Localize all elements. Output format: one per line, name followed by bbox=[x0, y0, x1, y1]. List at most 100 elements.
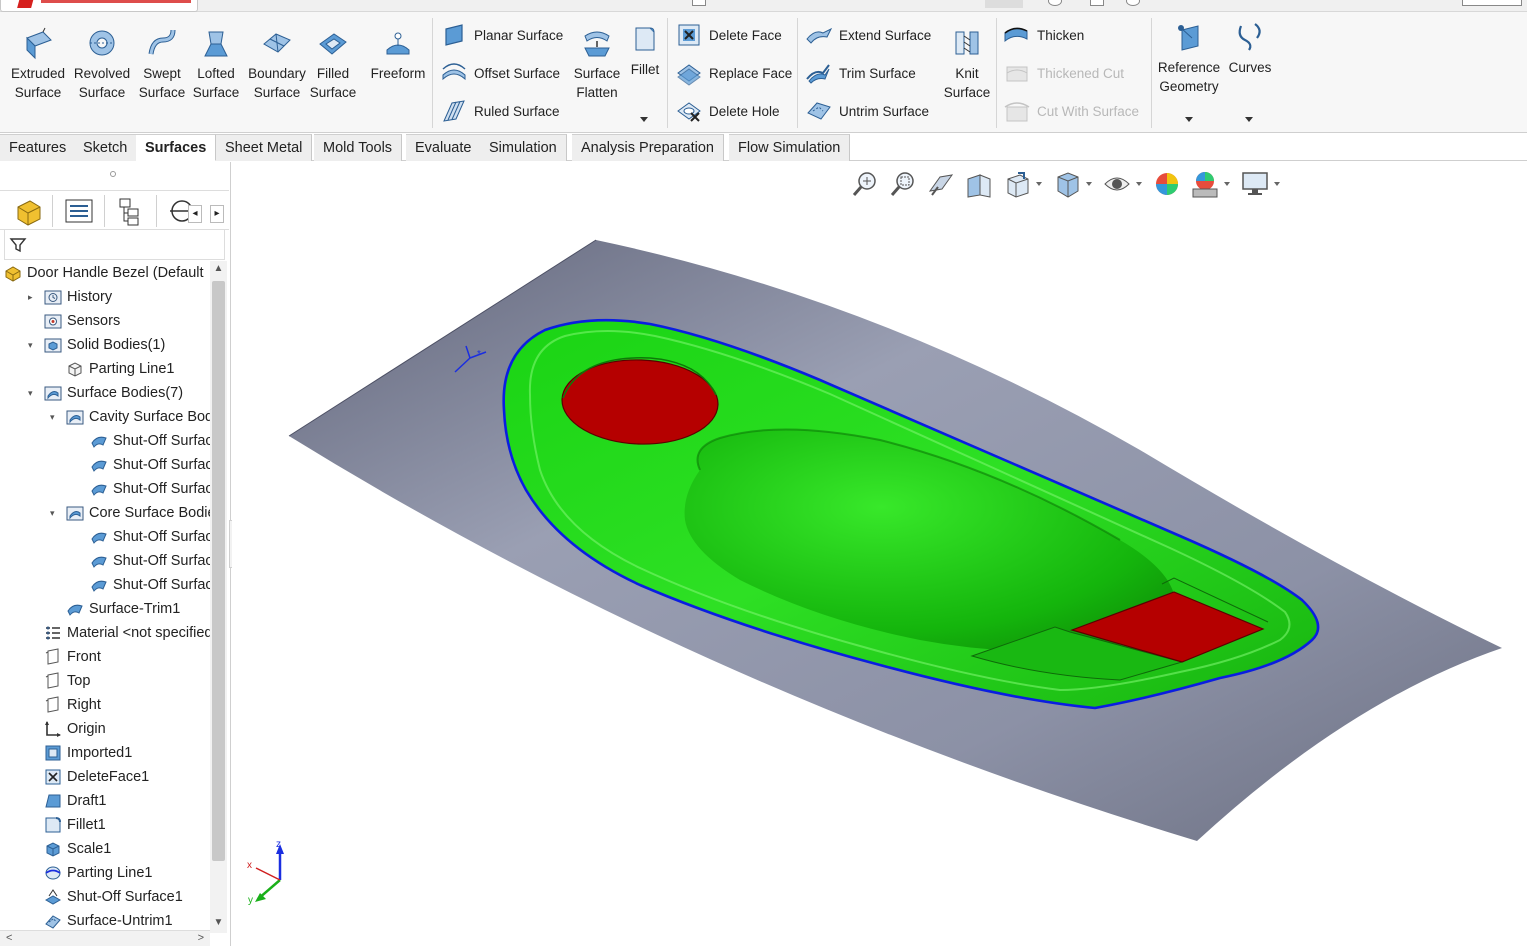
knit-surface-label-1: Knit bbox=[955, 66, 979, 81]
delete-hole-button[interactable]: Delete Hole bbox=[675, 97, 780, 125]
tree-vertical-scrollbar[interactable]: ▲ ▼ bbox=[210, 261, 227, 933]
delete-face-button[interactable]: Delete Face bbox=[675, 21, 782, 49]
ribbon-button-label: Revolved bbox=[73, 66, 131, 81]
scroll-right-icon[interactable]: > bbox=[198, 932, 204, 944]
swept-surface-button[interactable]: Swept Surface bbox=[138, 26, 186, 102]
quick-access-button[interactable] bbox=[692, 0, 706, 6]
quick-access-button[interactable] bbox=[1090, 0, 1104, 6]
filled-surface-button[interactable]: Filled Surface bbox=[310, 26, 356, 102]
tree-item[interactable]: Surface-Trim1 bbox=[66, 597, 180, 621]
tree-item[interactable]: Scale1 bbox=[44, 837, 111, 861]
revolved-surface-button[interactable]: Revolved Surface bbox=[72, 26, 132, 102]
tree-horizontal-scrollbar[interactable]: < > bbox=[0, 930, 210, 946]
extruded-surface-button[interactable]: Extruded Surface bbox=[8, 26, 68, 102]
tree-item[interactable]: Origin bbox=[44, 717, 106, 741]
configuration-manager-tab-icon[interactable] bbox=[112, 195, 148, 227]
tree-item[interactable]: ▾ Surface Bodies(7) bbox=[28, 381, 183, 405]
tree-item[interactable]: Fillet1 bbox=[44, 813, 106, 837]
expand-arrow-icon[interactable]: ▸ bbox=[28, 292, 38, 302]
boundary-surface-button[interactable]: Boundary Surface bbox=[244, 26, 310, 102]
tree-item[interactable]: Shut-Off Surface bbox=[90, 549, 210, 573]
tab-scroll-right-button[interactable]: ▸ bbox=[210, 205, 224, 223]
thicken-button[interactable]: Thicken bbox=[1003, 21, 1084, 49]
tree-item[interactable]: ▾ Solid Bodies(1) bbox=[28, 333, 165, 357]
tree-item[interactable]: Parting Line1 bbox=[44, 861, 152, 885]
collapse-arrow-icon[interactable]: ▾ bbox=[28, 388, 38, 398]
fillet-button[interactable]: Fillet bbox=[628, 22, 662, 79]
cut-with-surface-button[interactable]: Cut With Surface bbox=[1003, 97, 1139, 125]
tree-item[interactable]: Right bbox=[44, 693, 101, 717]
knit-surface-button[interactable]: Knit Surface bbox=[944, 26, 990, 102]
panel-grip-icon[interactable] bbox=[110, 171, 116, 177]
triad-y-label: y bbox=[248, 895, 253, 906]
tree-filter-row[interactable] bbox=[4, 230, 225, 260]
tree-item[interactable]: Shut-Off Surface bbox=[90, 477, 210, 501]
tree-item[interactable]: DeleteFace1 bbox=[44, 765, 149, 789]
fillet-dropdown-icon[interactable] bbox=[640, 117, 648, 122]
tree-item[interactable]: Shut-Off Surface1 bbox=[44, 885, 183, 909]
tab-analysis-preparation[interactable]: Analysis Preparation bbox=[572, 134, 724, 161]
tab-scroll-left-button[interactable]: ◂ bbox=[188, 205, 202, 223]
tree-item[interactable]: Shut-Off Surface bbox=[90, 525, 210, 549]
surface-bodies-folder-icon bbox=[44, 386, 62, 401]
quick-access-button[interactable] bbox=[1126, 0, 1140, 6]
scroll-thumb[interactable] bbox=[212, 281, 225, 861]
surface-flatten-button[interactable]: Surface Flatten bbox=[574, 26, 620, 102]
untrim-surface-button[interactable]: Untrim Surface bbox=[805, 97, 929, 125]
tree-item[interactable]: Shut-Off Surface bbox=[90, 453, 210, 477]
reference-geometry-button[interactable]: Reference Geometry bbox=[1156, 20, 1222, 96]
tree-item[interactable]: Imported1 bbox=[44, 741, 132, 765]
scroll-down-icon[interactable]: ▼ bbox=[212, 917, 225, 931]
tree-item[interactable]: Parting Line1 bbox=[66, 357, 174, 381]
tab-simulation[interactable]: Simulation bbox=[480, 134, 567, 161]
reference-geometry-dropdown-icon[interactable] bbox=[1185, 117, 1193, 122]
thickened-cut-button[interactable]: Thickened Cut bbox=[1003, 59, 1124, 87]
replace-face-button[interactable]: Replace Face bbox=[675, 59, 792, 87]
extend-surface-button[interactable]: Extend Surface bbox=[805, 21, 931, 49]
collapse-arrow-icon[interactable]: ▾ bbox=[50, 412, 60, 422]
tab-sketch[interactable]: Sketch bbox=[74, 134, 138, 161]
lofted-surface-button[interactable]: Lofted Surface bbox=[192, 26, 240, 102]
tab-features[interactable]: Features bbox=[0, 134, 77, 161]
search-box[interactable] bbox=[1462, 0, 1522, 6]
ribbon-button-label: Boundary bbox=[248, 66, 306, 81]
boundary-surface-icon bbox=[263, 33, 291, 53]
solidworks-logo[interactable] bbox=[0, 0, 198, 12]
tree-item[interactable]: Top bbox=[44, 669, 90, 693]
ruled-surface-button[interactable]: Ruled Surface bbox=[440, 97, 560, 125]
collapse-arrow-icon[interactable]: ▾ bbox=[28, 340, 38, 350]
tree-item[interactable]: ▾ Core Surface Bodies bbox=[50, 501, 210, 525]
property-manager-tab-icon[interactable] bbox=[60, 195, 96, 227]
tree-item-label: Front bbox=[67, 649, 101, 665]
filter-icon[interactable] bbox=[9, 236, 27, 254]
scroll-left-icon[interactable]: < bbox=[6, 932, 12, 944]
tree-item[interactable]: ▸ History bbox=[28, 285, 112, 309]
scroll-up-icon[interactable]: ▲ bbox=[212, 263, 225, 277]
tree-item[interactable]: Sensors bbox=[44, 309, 120, 333]
tree-item[interactable]: Material <not specified> bbox=[44, 621, 210, 645]
graphics-area[interactable]: * z x y bbox=[232, 162, 1527, 946]
curves-dropdown-icon[interactable] bbox=[1245, 117, 1253, 122]
collapse-arrow-icon[interactable]: ▾ bbox=[50, 508, 60, 518]
tab-evaluate[interactable]: Evaluate bbox=[406, 134, 482, 161]
quick-access-button[interactable] bbox=[1048, 0, 1062, 6]
tab-mold-tools[interactable]: Mold Tools bbox=[314, 134, 403, 161]
freeform-button[interactable]: Freeform bbox=[366, 26, 430, 83]
tree-root-part[interactable]: Door Handle Bezel (Default bbox=[4, 261, 204, 285]
tab-surfaces[interactable]: Surfaces bbox=[136, 134, 217, 161]
trim-surface-button[interactable]: Trim Surface bbox=[805, 59, 916, 87]
curves-button[interactable]: Curves bbox=[1226, 20, 1274, 77]
tab-flow-simulation[interactable]: Flow Simulation bbox=[729, 134, 851, 161]
tree-item[interactable]: Shut-Off Surface bbox=[90, 573, 210, 597]
tree-item-label: Draft1 bbox=[67, 793, 107, 809]
tree-item[interactable]: Front bbox=[44, 645, 101, 669]
offset-surface-button[interactable]: Offset Surface bbox=[440, 59, 560, 87]
tree-item[interactable]: Shut-Off Surface bbox=[90, 429, 210, 453]
tree-item[interactable]: ▾ Cavity Surface Bodie bbox=[50, 405, 210, 429]
planar-surface-button[interactable]: Planar Surface bbox=[440, 21, 563, 49]
model-3d-view[interactable]: * z x y bbox=[232, 162, 1527, 946]
tree-item[interactable]: Draft1 bbox=[44, 789, 107, 813]
feature-manager-tab-icon[interactable] bbox=[10, 195, 46, 227]
tab-sheet-metal[interactable]: Sheet Metal bbox=[216, 134, 313, 161]
coordinate-triad[interactable]: z x y bbox=[247, 839, 284, 906]
